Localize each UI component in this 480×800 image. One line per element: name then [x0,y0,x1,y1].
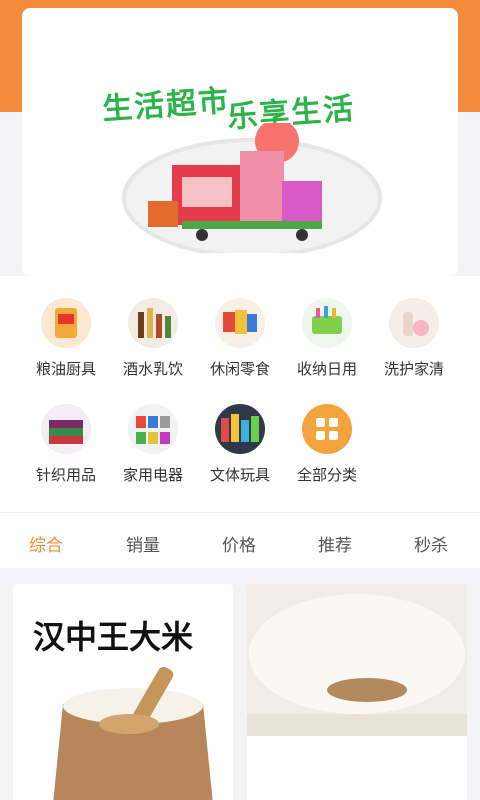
toys-icon [215,404,265,454]
banner-slogan-line1: 生活超市 [101,83,232,128]
tab-comprehensive[interactable]: 综合 [29,531,63,556]
rice-bag-icon [41,298,91,348]
cleaning-icon [389,298,439,348]
category-label: 休闲零食 [209,360,270,378]
supermarket-illustration [122,123,382,253]
product-title: 汉中王大米 [33,618,194,656]
category-item[interactable]: 酒水乳饮 [109,298,197,379]
rice-sack-image [53,666,213,800]
tab-flash-sale[interactable]: 秒杀 [414,531,448,556]
tab-recommend[interactable]: 推荐 [318,531,352,556]
category-label: 酒水乳饮 [122,360,183,378]
product-card[interactable]: 汉中王大米 [13,584,233,800]
category-label: 收纳日用 [296,360,357,378]
sort-tabs: 综合 销量 价格 推荐 秒杀 [0,512,480,568]
bottles-icon [128,298,178,348]
product-card[interactable] [247,584,467,800]
carousel-indicators [22,268,458,276]
category-label: 针织用品 [35,466,96,484]
category-item[interactable]: 收纳日用 [283,298,371,379]
category-item[interactable]: 粮油厨具 [22,298,110,379]
towel-icon [41,404,91,454]
snacks-icon [215,298,265,348]
category-label: 洗护家清 [383,360,444,378]
grid-icon [302,404,352,454]
category-label: 全部分类 [296,466,357,484]
category-item[interactable]: 家用电器 [109,404,197,485]
storage-icon [302,298,352,348]
promo-banner[interactable]: 生活超市 乐享生活 [22,8,458,276]
tab-sales[interactable]: 销量 [126,531,160,556]
category-item[interactable]: 洗护家清 [370,298,458,379]
category-label: 文体玩具 [209,466,270,484]
category-grid: 粮油厨具 酒水乳饮 休闲零食 收纳日用 洗护家清 针织用品 家用电器 文体玩具 … [0,276,480,512]
category-item[interactable]: 休闲零食 [196,298,284,379]
category-label: 粮油厨具 [35,360,96,378]
tab-price[interactable]: 价格 [222,531,256,556]
appliance-icon [128,404,178,454]
category-item[interactable]: 文体玩具 [196,404,284,485]
rice-grains-image [247,584,467,736]
category-label: 家用电器 [122,466,183,484]
product-grid: 汉中王大米 [0,568,480,800]
category-item[interactable]: 全部分类 [283,404,371,485]
category-item[interactable]: 针织用品 [22,404,110,485]
